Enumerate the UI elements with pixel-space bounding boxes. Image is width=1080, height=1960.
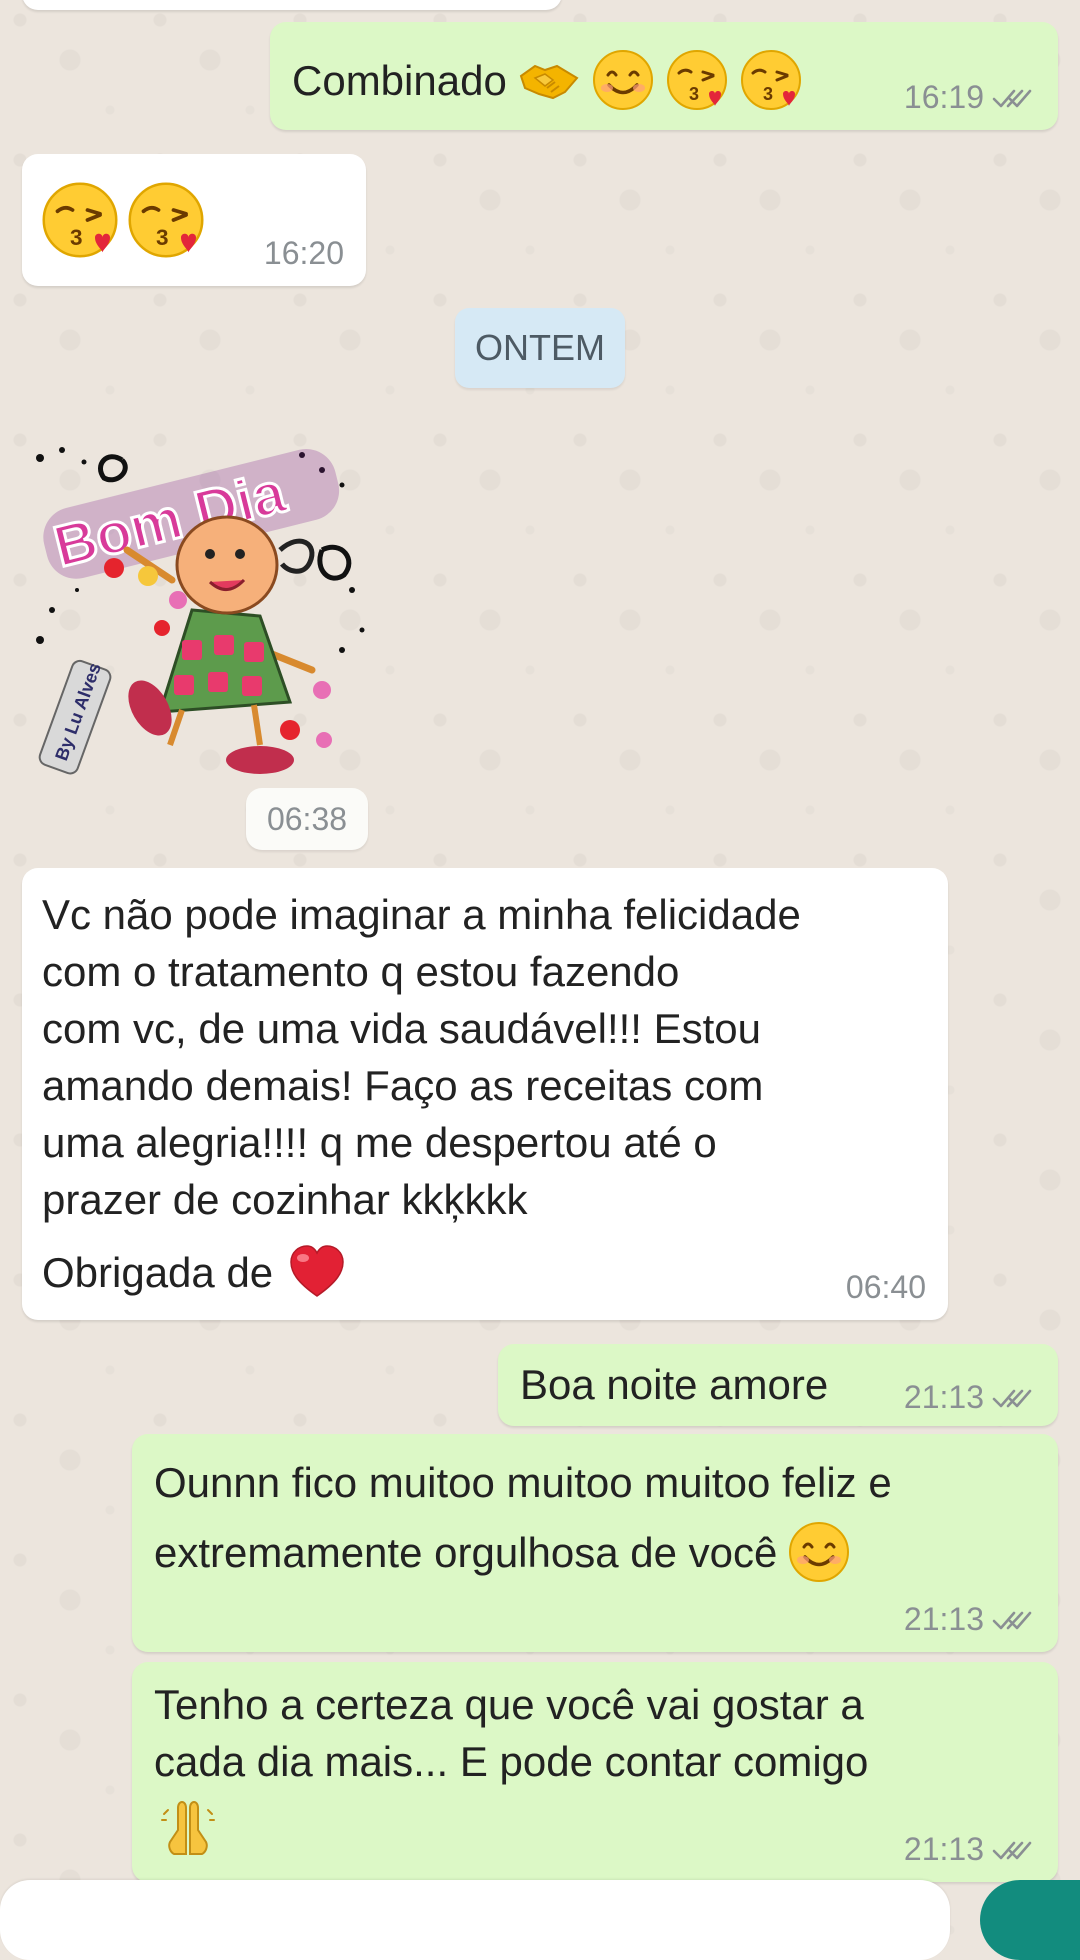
face-blowing-kiss-emoji [665, 48, 729, 112]
face-blowing-kiss-emoji [40, 180, 120, 260]
message-time: 16:19 [903, 79, 984, 115]
bom-dia-sticker[interactable]: Bom Dia By Lu Alves [22, 440, 372, 780]
message-meta: 16:20 [264, 235, 344, 272]
message-bubble-outgoing[interactable]: Ounnn fico muitoo muitoo muitoo feliz e … [132, 1434, 1058, 1652]
message-text: Ounnn fico muitoo muitoo muitoo feliz e [154, 1459, 892, 1506]
message-text-line: extremamente orgulhosa de você [154, 1528, 778, 1576]
message-bubble-incoming[interactable]: 16:20 [22, 154, 366, 286]
message-time: 21:13 [903, 1379, 984, 1415]
message-text: Tenho a certeza que você vai gostar a ca… [154, 1681, 869, 1785]
folded-hands-emoji [156, 1796, 220, 1860]
smiling-face-emoji [591, 48, 655, 112]
double-check-icon [992, 1608, 1036, 1632]
message-meta: 21:13 [904, 1831, 1036, 1868]
message-meta: 16:19 [904, 79, 1036, 116]
double-check-icon [992, 86, 1036, 110]
message-time: 16:20 [263, 235, 344, 271]
message-bubble-outgoing[interactable]: Tenho a certeza que você vai gostar a ca… [132, 1662, 1058, 1882]
message-time: 21:13 [903, 1601, 984, 1637]
message-time: 06:40 [845, 1269, 926, 1305]
date-separator: ONTEM [455, 308, 625, 388]
message-text: Combinado [292, 56, 507, 104]
message-text: Boa noite amore [520, 1361, 829, 1408]
message-meta: 06:40 [846, 1269, 926, 1306]
previous-message-bubble[interactable] [22, 0, 562, 10]
message-time: 21:13 [903, 1831, 984, 1867]
red-heart-emoji [285, 1240, 349, 1304]
message-bubble-outgoing[interactable]: Boa noite amore 21:13 [498, 1344, 1058, 1426]
handshake-emoji [517, 48, 581, 112]
double-check-icon [992, 1386, 1036, 1410]
message-text: Vc não pode imaginar a minha felicidade … [42, 891, 801, 1223]
message-bubble-incoming[interactable]: Vc não pode imaginar a minha felicidade … [22, 868, 948, 1320]
face-blowing-kiss-emoji [126, 180, 206, 260]
sticker-time: 06:38 [246, 788, 368, 850]
send-button[interactable] [980, 1880, 1080, 1960]
smiling-face-emoji [787, 1520, 851, 1584]
double-check-icon [992, 1838, 1036, 1862]
face-blowing-kiss-emoji [739, 48, 803, 112]
message-composer[interactable] [0, 1880, 950, 1960]
message-bubble-outgoing[interactable]: Combinado 16:19 [270, 22, 1058, 130]
message-meta: 21:13 [904, 1601, 1036, 1638]
message-meta: 21:13 [904, 1379, 1036, 1416]
message-text-line: Obrigada de [42, 1248, 274, 1296]
